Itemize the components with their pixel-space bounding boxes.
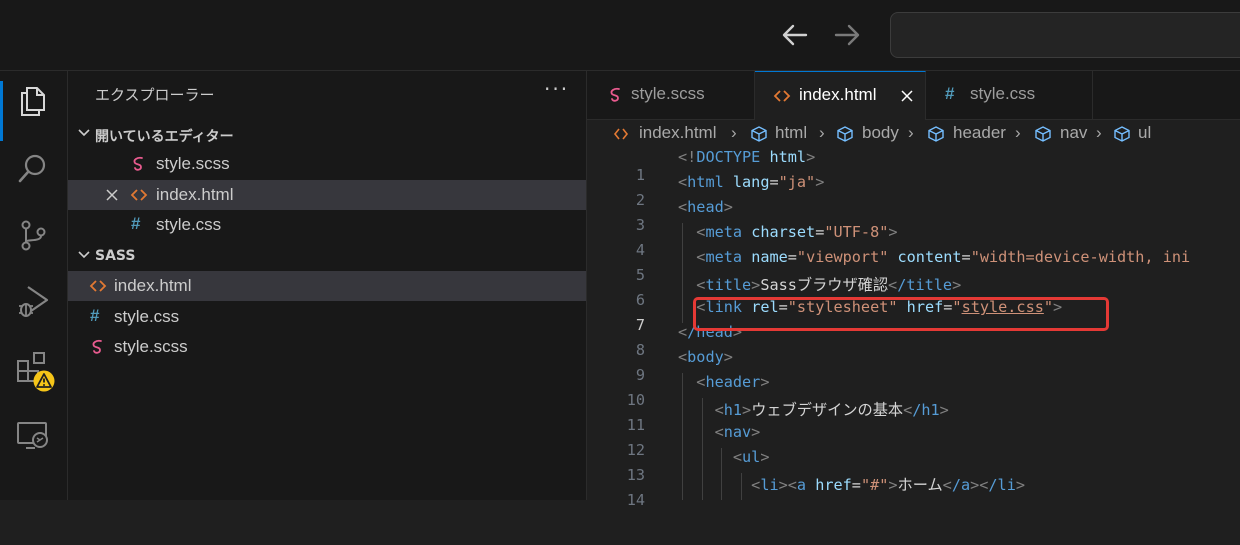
explorer-title: エクスプローラー (95, 86, 215, 104)
file-name: style.css (114, 307, 180, 326)
close-icon[interactable] (104, 187, 120, 203)
breadcrumb-nav[interactable]: nav (1060, 123, 1087, 143)
breadcrumb-separator: › (908, 123, 914, 142)
html-file-icon (89, 280, 107, 292)
breadcrumb-file[interactable]: index.html (639, 123, 716, 143)
chevron-down-icon (78, 251, 90, 259)
warning-badge-icon (33, 370, 55, 392)
sass-file-icon (610, 87, 620, 102)
folder-header-sass[interactable]: SASS (68, 243, 586, 271)
code-line-12: 12 <nav> (587, 423, 1240, 459)
css-file-icon: # (945, 84, 955, 103)
breadcrumb-separator: › (731, 123, 737, 142)
chevron-down-icon (78, 129, 90, 137)
open-editors-header[interactable]: 開いているエディター (68, 121, 586, 149)
breadcrumb-body[interactable]: body (862, 123, 899, 143)
code-line-3: 3 <head> (587, 198, 1240, 234)
breadcrumb-separator: › (819, 123, 825, 142)
close-tab-icon[interactable] (899, 88, 915, 104)
code-line-14: 14 <li><a href="#">ホーム</a></li> (587, 473, 1240, 509)
file-name: index.html (114, 276, 192, 295)
folder-label: SASS (95, 248, 136, 264)
line-number: 14 (626, 491, 645, 509)
breadcrumb-ul[interactable]: ul (1138, 123, 1151, 143)
folder-item-index-html[interactable]: index.html (68, 271, 586, 301)
file-name: style.scss (114, 337, 188, 356)
file-name: style.scss (156, 154, 230, 173)
code-line-10: 10 <header> (587, 373, 1240, 409)
html-file-icon (773, 90, 791, 102)
element-cube-icon (928, 126, 944, 142)
command-search-box[interactable] (890, 12, 1240, 58)
tab-style-scss[interactable]: style.scss (587, 71, 755, 119)
tab-style-css[interactable]: # style.css (926, 71, 1093, 119)
code-line-11: 11 <h1>ウェブデザインの基本</h1> (587, 398, 1240, 434)
more-actions-button[interactable]: ··· (544, 77, 569, 101)
breadcrumb-header[interactable]: header (953, 123, 1006, 143)
breadcrumb: index.html › html › body › header › nav … (587, 121, 1240, 145)
code-line-9: 9 <body> (587, 348, 1240, 384)
tab-label: index.html (799, 85, 877, 104)
run-and-debug-icon[interactable] (15, 283, 51, 319)
element-cube-icon (837, 126, 853, 142)
file-name: style.css (156, 215, 222, 234)
tab-index-html[interactable]: index.html (755, 71, 926, 120)
html-file-icon (130, 189, 148, 201)
sass-file-icon (92, 339, 102, 354)
code-line-13: 13 <ul> (587, 448, 1240, 484)
active-indicator (0, 81, 3, 141)
highlight-annotation-box (693, 297, 1109, 331)
back-arrow-icon[interactable] (778, 18, 812, 52)
code-line-2: 2 <html lang="ja"> (587, 173, 1240, 209)
css-file-icon: # (90, 306, 100, 325)
explorer-files-icon[interactable] (15, 83, 51, 119)
sass-file-icon (133, 156, 143, 171)
code-line-6: 6 <title>Sassブラウザ確認</title> (587, 273, 1240, 309)
search-icon[interactable] (15, 150, 51, 186)
css-file-icon: # (131, 214, 141, 233)
forward-arrow-icon[interactable] (830, 18, 864, 52)
remote-explorer-icon[interactable] (15, 418, 51, 454)
code-line-1: 1 <!DOCTYPE html> (587, 148, 1240, 184)
html-file-icon (613, 128, 629, 140)
editor-area: style.scss index.html # style.css index.… (587, 71, 1240, 509)
explorer-sidebar: エクスプローラー ··· 開いているエディター style.scss index… (68, 71, 587, 500)
code-line-4: 4 <meta charset="UTF-8"> (587, 223, 1240, 259)
element-cube-icon (1114, 126, 1130, 142)
element-cube-icon (1035, 126, 1051, 142)
breadcrumb-html[interactable]: html (775, 123, 807, 143)
tab-label: style.scss (631, 84, 705, 103)
activity-bar (0, 71, 68, 500)
tab-label: style.css (970, 84, 1036, 103)
breadcrumb-separator: › (1015, 123, 1021, 142)
open-editor-item-index-html[interactable]: index.html (68, 180, 586, 210)
open-editors-label: 開いているエディター (95, 129, 234, 145)
breadcrumb-separator: › (1096, 123, 1102, 142)
open-editor-item-style-css[interactable]: # style.css (68, 210, 586, 240)
source-control-icon[interactable] (15, 217, 51, 253)
folder-item-style-scss[interactable]: style.scss (68, 332, 586, 362)
code-line-5: 5 <meta name="viewport" content="width=d… (587, 248, 1240, 284)
tab-bar: style.scss index.html # style.css (587, 71, 1240, 120)
folder-item-style-css[interactable]: # style.css (68, 302, 586, 332)
open-editor-item-style-scss[interactable]: style.scss (68, 149, 586, 179)
element-cube-icon (751, 126, 767, 142)
file-name: index.html (156, 185, 234, 204)
title-bar (0, 0, 1240, 71)
